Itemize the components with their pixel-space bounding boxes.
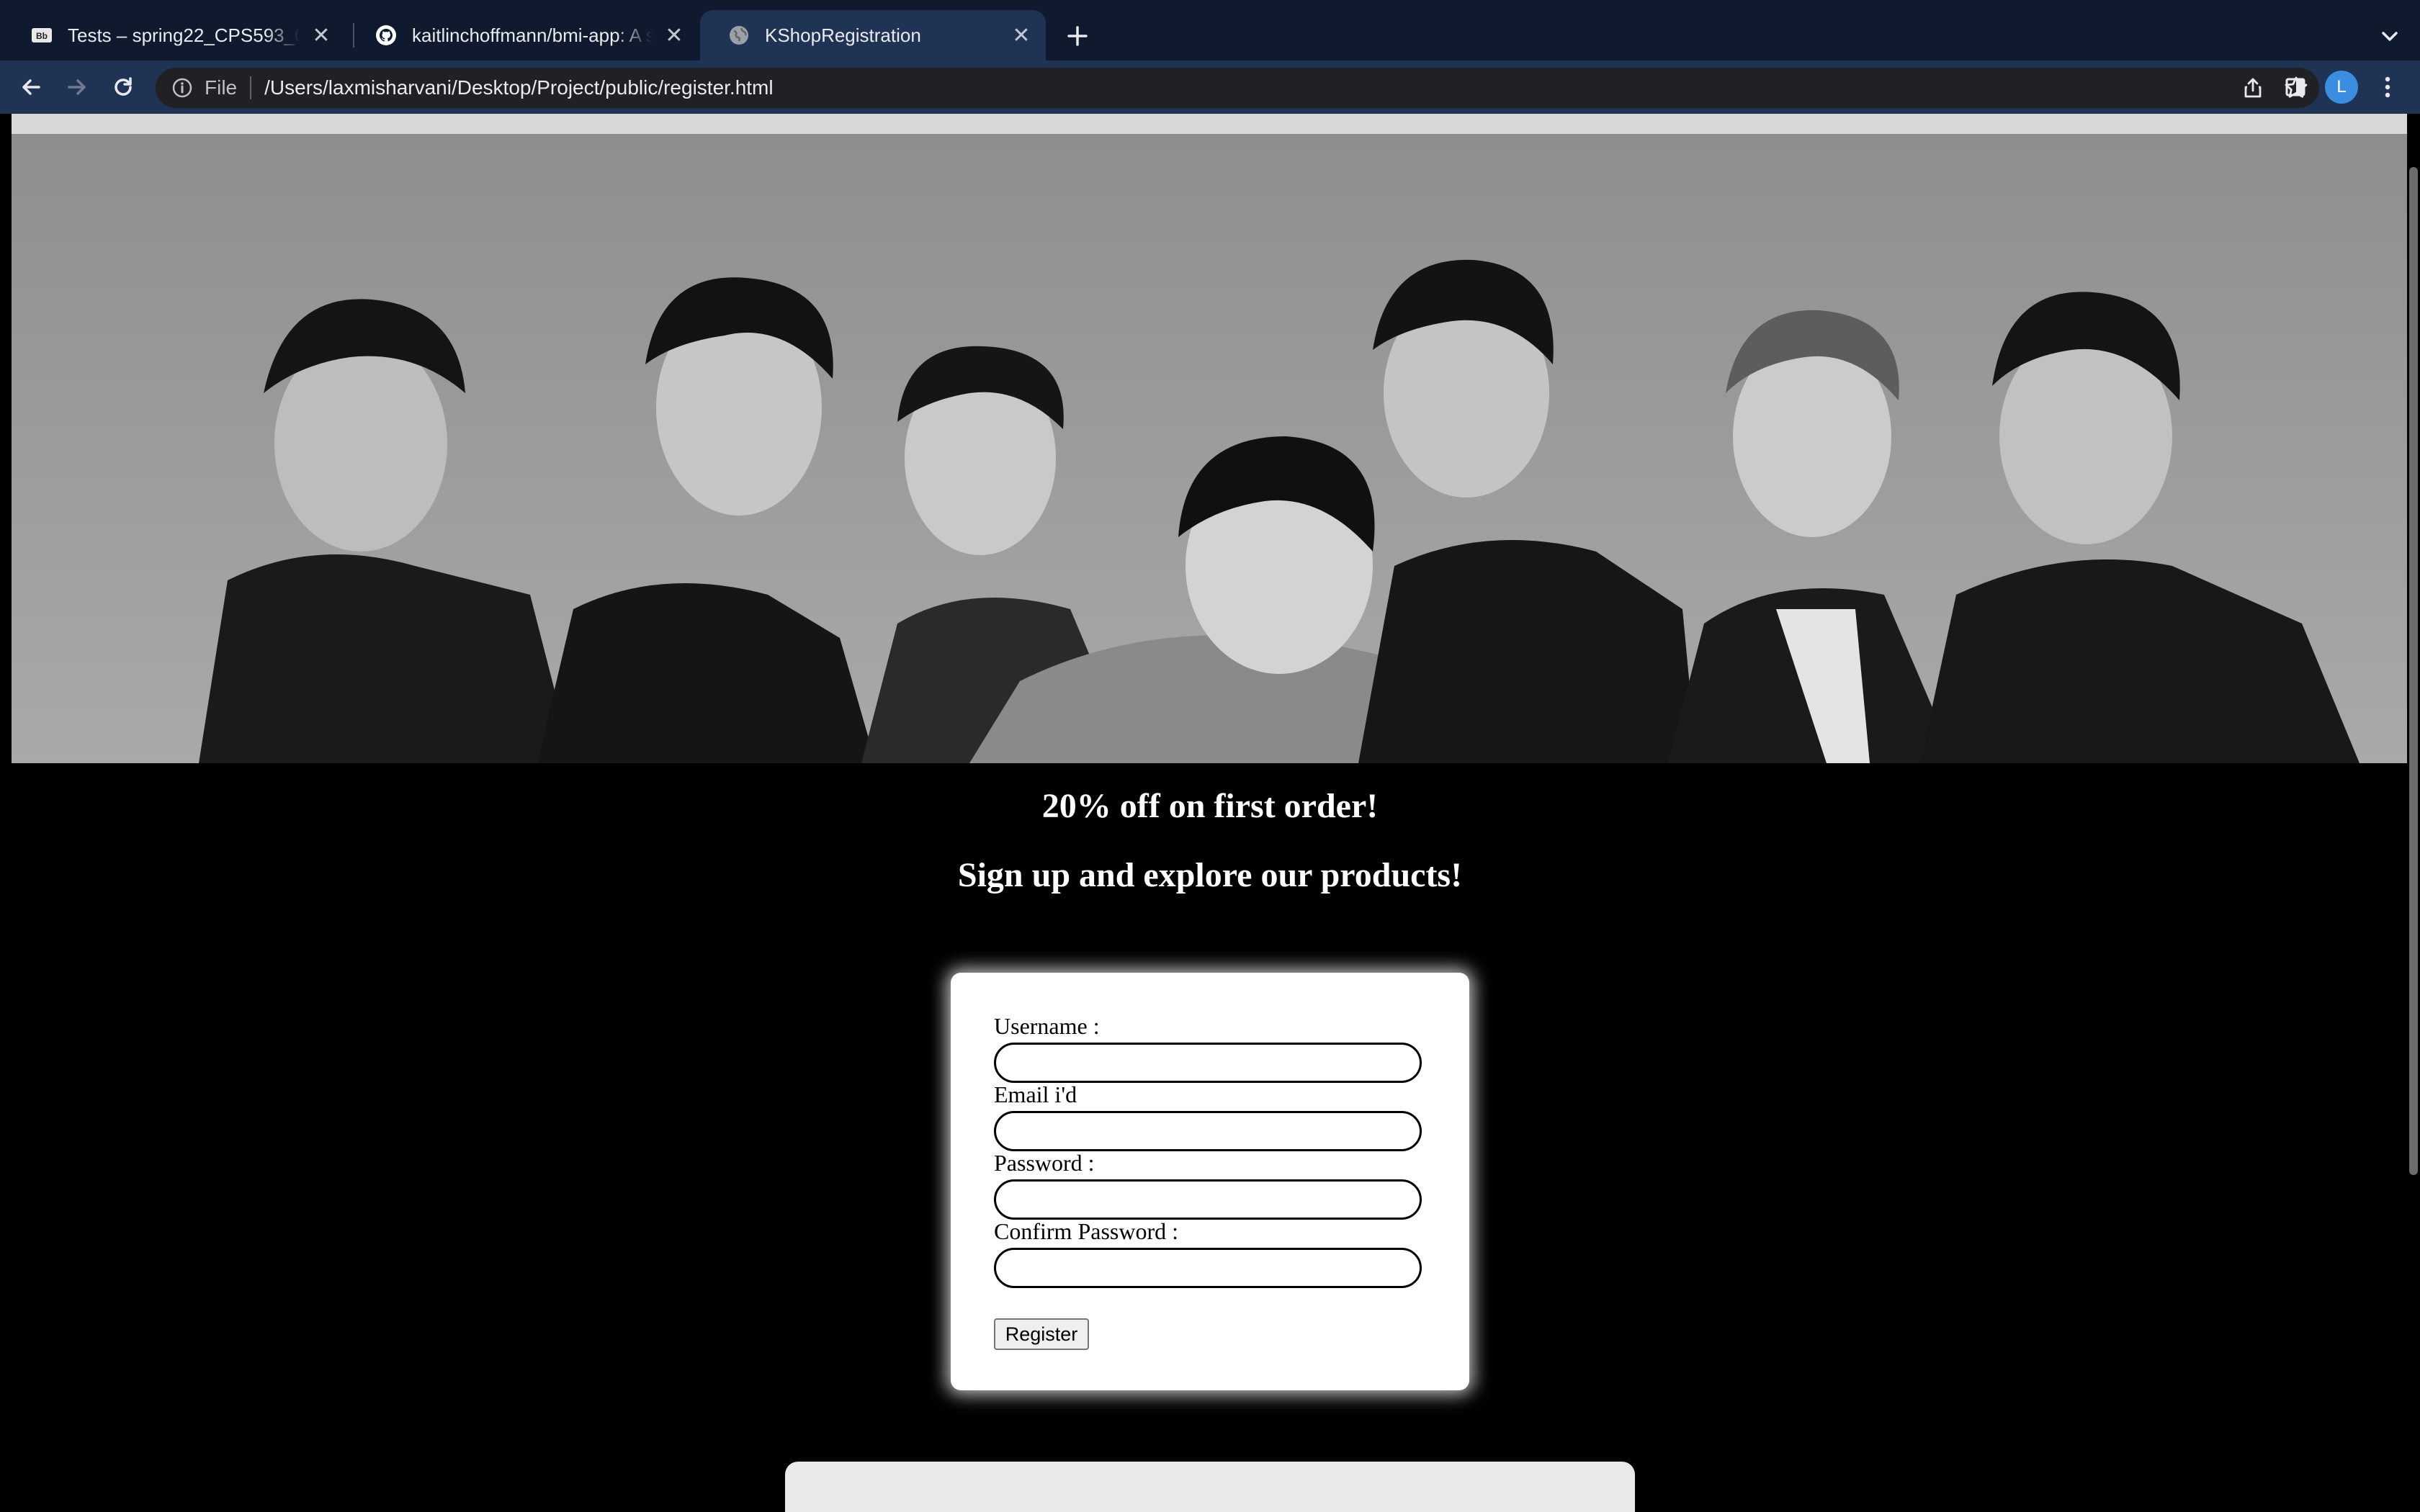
close-tab-icon[interactable]: ✕ — [660, 21, 689, 50]
new-tab-button[interactable] — [1060, 19, 1095, 53]
group-photo — [12, 134, 2407, 763]
tab-title: KShopRegistration — [765, 24, 921, 46]
tab-title: Tests – spring22_CPS593_01: — [68, 24, 300, 46]
tab-title: kaitlinchoffmann/bmi-app: A sim — [412, 24, 653, 46]
address-bar[interactable]: File /Users/laxmisharvani/Desktop/Projec… — [156, 68, 2319, 108]
side-panel-button[interactable] — [2277, 69, 2313, 105]
reload-icon — [115, 77, 132, 96]
password-input[interactable] — [994, 1179, 1422, 1220]
page-viewport: 20% off on first order! Sign up and expl… — [0, 114, 2420, 1512]
share-icon[interactable] — [2241, 76, 2264, 99]
browser-menu-button[interactable] — [2370, 69, 2406, 105]
scheme-label: File — [205, 76, 238, 99]
reload-button[interactable] — [105, 69, 141, 105]
url-text[interactable]: /Users/laxmisharvani/Desktop/Project/pub… — [264, 76, 773, 99]
tab-github[interactable]: kaitlinchoffmann/bmi-app: A sim ✕ — [347, 10, 699, 60]
globe-icon — [730, 26, 748, 45]
page-top-strip — [12, 114, 2407, 134]
email-input[interactable] — [994, 1111, 1422, 1151]
chevron-down-icon — [2382, 32, 2398, 41]
github-icon — [376, 25, 396, 45]
svg-text:Bb: Bb — [36, 31, 48, 41]
username-label: Username : — [994, 1013, 1100, 1039]
more-vertical-icon — [2385, 76, 2390, 98]
signup-heading: Sign up and explore our products! — [957, 856, 1463, 894]
plus-icon — [1067, 26, 1088, 46]
bb-icon: Bb — [32, 28, 52, 42]
register-button[interactable]: Register — [994, 1318, 1089, 1350]
promo-heading: 20% off on first order! — [1041, 787, 1379, 825]
arrow-left-icon — [22, 79, 40, 95]
profile-avatar[interactable]: L — [2325, 71, 2358, 104]
tab-tests[interactable]: Bb Tests – spring22_CPS593_01: ✕ — [3, 10, 346, 60]
tab-search-button[interactable] — [2372, 19, 2407, 53]
username-input[interactable] — [994, 1043, 1422, 1083]
side-panel-icon — [2285, 78, 2305, 96]
scrollbar-thumb[interactable] — [2409, 167, 2418, 1175]
arrow-right-icon — [68, 79, 86, 95]
omnibox-divider — [250, 76, 252, 99]
browser-toolbar: File /Users/laxmisharvani/Desktop/Projec… — [0, 60, 2420, 114]
tab-kshop-registration[interactable]: KShopRegistration ✕ — [700, 10, 1046, 60]
banner-image — [12, 134, 2407, 763]
lower-content-box — [785, 1462, 1635, 1512]
email-label: Email i'd — [994, 1081, 1077, 1107]
forward-button[interactable] — [59, 69, 95, 105]
browser-tabstrip: Bb Tests – spring22_CPS593_01: ✕ kaitlin… — [0, 0, 2420, 60]
info-icon[interactable] — [171, 77, 193, 99]
close-tab-icon[interactable]: ✕ — [307, 21, 336, 50]
confirm-password-label: Confirm Password : — [994, 1218, 1178, 1244]
password-label: Password : — [994, 1150, 1095, 1176]
close-tab-icon[interactable]: ✕ — [1007, 21, 1036, 50]
back-button[interactable] — [13, 69, 49, 105]
confirm-password-input[interactable] — [994, 1248, 1422, 1288]
registration-form: Username : Email i'd Password : Confirm … — [951, 973, 1469, 1390]
